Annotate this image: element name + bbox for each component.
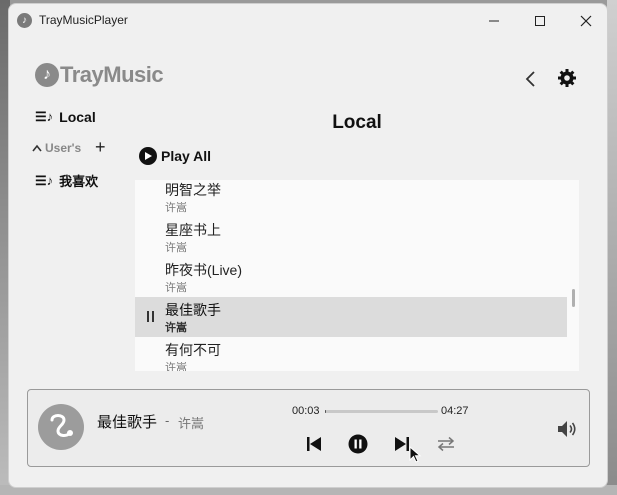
users-section-label: User's <box>45 141 82 155</box>
volume-button[interactable] <box>556 418 578 440</box>
pause-icon <box>147 311 155 325</box>
play-circle-icon <box>139 147 157 165</box>
maximize-button[interactable] <box>517 4 563 38</box>
song-artist: 许嵩 <box>165 322 187 334</box>
logo-text: TrayMusic <box>60 62 164 87</box>
volume-icon <box>558 421 576 437</box>
play-all-label: Play All <box>161 148 212 164</box>
song-title: 星座书上 <box>165 222 221 238</box>
minimize-button[interactable] <box>471 4 517 38</box>
maximize-icon <box>535 16 545 26</box>
chevron-up-icon <box>32 144 42 152</box>
desktop-background-right <box>607 0 617 495</box>
progress-fill <box>325 410 327 413</box>
list-item[interactable]: 有何不可 许嵩 <box>135 337 567 371</box>
list-item[interactable]: 明智之举 许嵩 <box>135 180 567 217</box>
song-list-scrollbar[interactable] <box>572 289 575 307</box>
logo-note-icon: ♪ <box>35 63 59 87</box>
song-artist: 许嵩 <box>165 282 187 294</box>
song-title: 昨夜书(Live) <box>165 262 243 278</box>
song-title: 最佳歌手 <box>165 302 221 318</box>
now-playing-title: 最佳歌手 <box>97 414 158 431</box>
settings-button[interactable] <box>556 67 578 89</box>
list-item[interactable]: 昨夜书(Live) 许嵩 <box>135 257 567 297</box>
skip-previous-icon <box>307 437 321 451</box>
sidebar-item-label: Local <box>59 109 96 125</box>
chevron-left-icon <box>525 71 535 87</box>
song-title: 明智之举 <box>165 182 221 198</box>
skip-next-icon <box>395 437 409 451</box>
play-all-button[interactable]: Play All <box>139 147 211 165</box>
plus-icon: + <box>95 137 106 157</box>
list-item-playing[interactable]: 最佳歌手 许嵩 <box>135 297 567 337</box>
back-button[interactable] <box>521 68 541 90</box>
users-section-toggle[interactable]: User's <box>31 141 81 155</box>
pause-circle-icon <box>348 434 368 454</box>
sidebar-item-label: 我喜欢 <box>59 174 99 189</box>
window-title: TrayMusicPlayer <box>39 13 128 27</box>
duration: 04:27 <box>441 405 469 417</box>
title-bar[interactable]: ♪ TrayMusicPlayer <box>9 4 607 38</box>
list-item[interactable]: 星座书上 许嵩 <box>135 217 567 257</box>
page-title: Local <box>332 112 382 133</box>
close-button[interactable] <box>563 4 607 38</box>
song-artist: 许嵩 <box>165 362 187 371</box>
minimize-icon <box>489 20 499 22</box>
gear-icon <box>558 69 576 87</box>
close-icon <box>580 15 592 27</box>
mouse-cursor-icon <box>409 446 422 463</box>
current-time: 00:03 <box>292 405 320 417</box>
app-window: ♪ TrayMusicPlayer ♪ TrayMusic ☰♪ Local U… <box>8 3 608 488</box>
song-artist: 许嵩 <box>165 242 187 254</box>
now-playing-artist: 许嵩 <box>178 416 205 431</box>
previous-button[interactable] <box>304 434 324 454</box>
playlist-icon: ☰♪ <box>35 172 54 188</box>
sidebar-item-favorites[interactable]: ☰♪ 我喜欢 <box>35 171 98 190</box>
repeat-button[interactable] <box>436 434 456 454</box>
song-artist: 许嵩 <box>165 202 187 214</box>
song-title: 有何不可 <box>165 342 221 358</box>
add-playlist-button[interactable]: + <box>95 138 106 156</box>
player-bar: 最佳歌手 - 许嵩 00:03 04:27 <box>27 389 590 467</box>
music-note-icon <box>50 414 73 437</box>
music-note-icon: ♪ <box>17 13 32 28</box>
sidebar-item-local[interactable]: ☰♪ Local <box>35 109 96 125</box>
song-list[interactable]: 明智之举 许嵩 星座书上 许嵩 昨夜书(Live) 许嵩 最佳歌手 许嵩 有何不… <box>135 180 579 371</box>
repeat-icon <box>437 436 455 452</box>
progress-slider[interactable] <box>325 410 438 413</box>
now-playing-separator: - <box>165 413 170 428</box>
album-art <box>38 404 84 450</box>
app-logo: ♪ TrayMusic <box>35 62 164 88</box>
pause-button[interactable] <box>348 434 368 454</box>
playlist-icon: ☰♪ <box>35 109 54 124</box>
